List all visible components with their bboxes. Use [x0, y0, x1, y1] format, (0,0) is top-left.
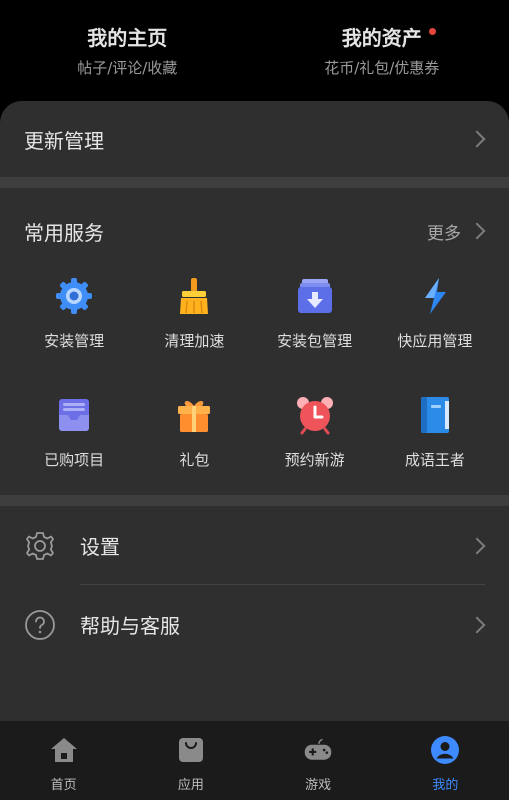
- help-question-icon: [24, 609, 56, 641]
- nav-label: 应用: [177, 778, 204, 793]
- section-divider: [0, 177, 509, 188]
- help-support-label: 帮助与客服: [80, 614, 180, 638]
- lightning-icon: [413, 274, 457, 318]
- help-support-row[interactable]: 帮助与客服: [0, 585, 509, 664]
- my-homepage-entry[interactable]: 我的主页 帖子/评论/收藏: [0, 0, 255, 100]
- service-label: 安装包管理: [277, 332, 353, 350]
- bottom-nav: 首页 应用 游戏 我的: [0, 721, 509, 800]
- home-icon: [49, 735, 79, 765]
- settings-label: 设置: [80, 535, 120, 559]
- service-label: 已购项目: [44, 451, 105, 469]
- gift-icon: [172, 393, 216, 437]
- nav-tab-apps[interactable]: 应用: [127, 721, 254, 800]
- service-package-management[interactable]: 安装包管理: [255, 274, 375, 373]
- service-label: 成语王者: [404, 451, 465, 469]
- book-icon: [413, 393, 457, 437]
- nav-tab-games[interactable]: 游戏: [255, 721, 382, 800]
- more-button[interactable]: 更多: [427, 219, 486, 244]
- service-reserve-new-games[interactable]: 预约新游: [255, 393, 375, 492]
- services-grid: 安装管理 清理加速 安装包管理 快应用管理 已购项目 礼包 预约新游 成语王者: [0, 274, 509, 492]
- chevron-right-icon: [468, 616, 486, 633]
- chevron-right-icon: [468, 130, 486, 148]
- my-assets-title-wrap: 我的资产: [341, 22, 436, 51]
- nav-tab-mine[interactable]: 我的: [382, 721, 509, 800]
- broom-icon: [172, 274, 216, 318]
- update-management-label: 更新管理: [24, 128, 104, 153]
- package-download-icon: [293, 274, 337, 318]
- nav-label: 首页: [50, 778, 77, 793]
- service-label: 清理加速: [164, 332, 225, 350]
- my-assets-title: 我的资产: [341, 26, 422, 50]
- shopping-bag-icon: [176, 735, 206, 765]
- service-quick-app-management[interactable]: 快应用管理: [375, 274, 495, 373]
- my-assets-entry[interactable]: 我的资产 花币/礼包/优惠券: [255, 0, 509, 100]
- user-icon: [430, 735, 460, 765]
- my-homepage-title: 我的主页: [87, 26, 168, 50]
- notification-dot: [428, 28, 436, 35]
- chevron-right-icon: [468, 537, 486, 554]
- service-label: 礼包: [179, 451, 210, 469]
- service-gift-pack[interactable]: 礼包: [134, 393, 254, 492]
- service-cleanup-speedup[interactable]: 清理加速: [134, 274, 254, 373]
- gear-icon: [52, 274, 96, 318]
- services-header: 常用服务 更多: [0, 188, 509, 274]
- main-card: 更新管理 常用服务 更多 安装管理 清理加速 安装包管理 快应用管理 已购项目 …: [0, 101, 509, 721]
- header: 我的主页 帖子/评论/收藏 我的资产 花币/礼包/优惠券: [0, 0, 509, 100]
- gamepad-icon: [303, 735, 333, 765]
- service-purchased-items[interactable]: 已购项目: [14, 393, 134, 492]
- service-idiom-king[interactable]: 成语王者: [375, 393, 495, 492]
- my-homepage-subtitle: 帖子/评论/收藏: [77, 59, 178, 77]
- settings-gear-icon: [24, 530, 56, 562]
- nav-label: 游戏: [305, 778, 332, 793]
- section-divider: [0, 495, 509, 506]
- service-label: 快应用管理: [397, 332, 473, 350]
- nav-tab-home[interactable]: 首页: [0, 721, 127, 800]
- alarm-clock-icon: [293, 393, 337, 437]
- my-assets-subtitle: 花币/礼包/优惠券: [324, 59, 440, 77]
- chevron-right-icon: [468, 222, 486, 240]
- service-install-management[interactable]: 安装管理: [14, 274, 134, 373]
- services-title: 常用服务: [24, 220, 104, 245]
- service-label: 预约新游: [284, 451, 345, 469]
- service-label: 安装管理: [44, 332, 105, 350]
- settings-row[interactable]: 设置: [0, 506, 509, 585]
- purchased-tray-icon: [52, 393, 96, 437]
- update-management-row[interactable]: 更新管理: [0, 101, 509, 177]
- nav-label: 我的: [432, 778, 459, 793]
- more-label: 更多: [427, 223, 461, 244]
